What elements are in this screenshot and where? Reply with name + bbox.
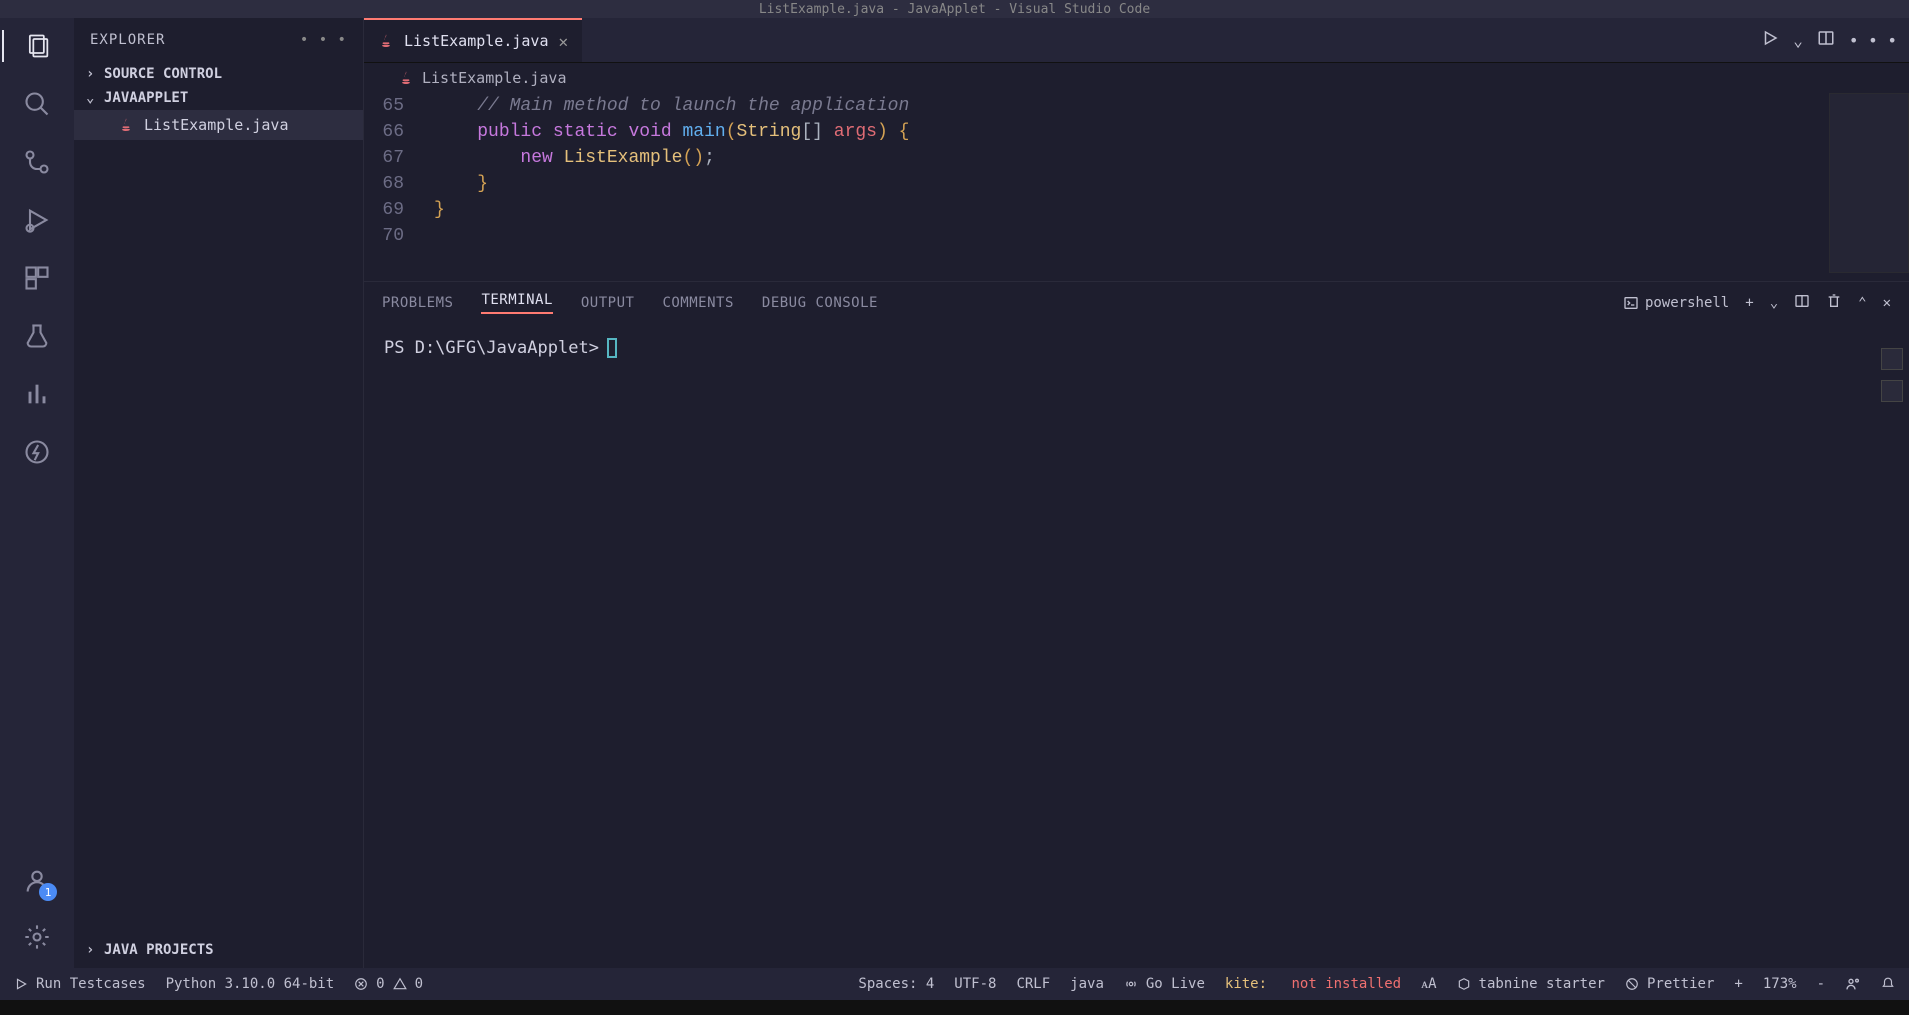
zoom-out[interactable]: - [1817, 976, 1825, 992]
eol-indicator[interactable]: CRLF [1016, 976, 1050, 992]
code-editor[interactable]: 65 66 67 68 69 70 // Main method to laun… [364, 93, 1909, 281]
terminal-cursor [607, 338, 617, 358]
search-icon[interactable] [21, 88, 53, 120]
side-icon[interactable] [1881, 348, 1903, 370]
terminal-dropdown-icon[interactable]: ⌄ [1770, 295, 1778, 311]
minimap[interactable] [1829, 93, 1909, 273]
problems-status[interactable]: 0 0 [354, 976, 423, 992]
titlebar: ListExample.java - JavaApplet - Visual S… [0, 0, 1909, 18]
close-panel-icon[interactable]: ✕ [1883, 295, 1891, 311]
accounts-icon[interactable]: 1 [21, 865, 53, 897]
java-projects-section[interactable]: › JAVA PROJECTS [74, 932, 363, 968]
workspace-section[interactable]: ⌄ JAVAAPPLET [74, 86, 363, 110]
extensions-icon[interactable] [21, 262, 53, 294]
java-file-icon [378, 33, 394, 49]
explorer-icon[interactable] [2, 30, 72, 62]
tab-comments[interactable]: COMMENTS [662, 295, 733, 311]
explorer-title: EXPLORER [90, 32, 165, 48]
tab[interactable]: ListExample.java ✕ [364, 18, 582, 62]
editor-area: ListExample.java ✕ ⌄ • • • ListExample.j… [364, 18, 1909, 968]
panel: PROBLEMS TERMINAL OUTPUT COMMENTS DEBUG … [364, 281, 1909, 968]
kite-status[interactable]: kite: not installed [1225, 976, 1401, 992]
sidebar: EXPLORER • • • › SOURCE CONTROL ⌄ JAVAAP… [74, 18, 364, 968]
thunder-icon[interactable] [21, 436, 53, 468]
run-icon[interactable] [1761, 29, 1779, 51]
breadcrumb-file: ListExample.java [422, 69, 567, 87]
line-gutter: 65 66 67 68 69 70 [364, 93, 434, 281]
spaces-indicator[interactable]: Spaces: 4 [858, 976, 934, 992]
side-icon[interactable] [1881, 380, 1903, 402]
python-interpreter[interactable]: Python 3.10.0 64-bit [166, 976, 335, 992]
section-label: JAVA PROJECTS [104, 942, 214, 958]
breadcrumb[interactable]: ListExample.java [364, 63, 1909, 93]
activity-bar: 1 [0, 18, 74, 968]
code-content: // Main method to launch the application… [434, 93, 909, 281]
tab-label: ListExample.java [404, 32, 549, 50]
java-file-icon [118, 117, 134, 133]
statusbar: Run Testcases Python 3.10.0 64-bit 0 0 S… [0, 968, 1909, 1000]
terminal-body[interactable]: PS D:\GFG\JavaApplet> [364, 324, 1909, 968]
window-title: ListExample.java - JavaApplet - Visual S… [759, 2, 1150, 17]
tab-debug[interactable]: DEBUG CONSOLE [762, 295, 878, 311]
terminal-type-icon[interactable]: powershell [1623, 295, 1729, 311]
chevron-right-icon: › [86, 66, 98, 82]
split-terminal-icon[interactable] [1794, 293, 1810, 313]
encoding-indicator[interactable]: UTF-8 [954, 976, 996, 992]
tab-problems[interactable]: PROBLEMS [382, 295, 453, 311]
source-control-section[interactable]: › SOURCE CONTROL [74, 62, 363, 86]
chevron-down-icon: ⌄ [86, 90, 98, 106]
trash-icon[interactable] [1826, 293, 1842, 313]
explorer-more-icon[interactable]: • • • [300, 32, 347, 48]
section-label: SOURCE CONTROL [104, 66, 222, 82]
new-terminal-icon[interactable]: + [1745, 295, 1753, 311]
close-icon[interactable]: ✕ [559, 32, 569, 51]
java-file-icon [398, 70, 414, 86]
language-mode[interactable]: java [1070, 976, 1104, 992]
zoom-in[interactable]: + [1734, 976, 1742, 992]
terminal-prompt: PS D:\GFG\JavaApplet> [384, 338, 599, 358]
golive-button[interactable]: Go Live [1124, 976, 1205, 992]
tab-output[interactable]: OUTPUT [581, 295, 635, 311]
source-control-icon[interactable] [21, 146, 53, 178]
liveshare-icon[interactable] [1845, 976, 1861, 992]
tabnine-status[interactable]: tabnine starter [1457, 976, 1605, 992]
panel-tabs: PROBLEMS TERMINAL OUTPUT COMMENTS DEBUG … [364, 282, 1909, 324]
notifications-icon[interactable] [1881, 977, 1895, 991]
run-testcases-button[interactable]: Run Testcases [14, 976, 146, 992]
run-debug-icon[interactable] [21, 204, 53, 236]
tab-terminal[interactable]: TERMINAL [481, 292, 552, 314]
accounts-badge: 1 [39, 883, 57, 901]
zoom-level[interactable]: 173% [1763, 976, 1797, 992]
more-icon[interactable]: • • • [1849, 31, 1897, 50]
file-item[interactable]: ListExample.java [74, 110, 363, 140]
maximize-panel-icon[interactable]: ⌃ [1858, 295, 1866, 311]
stats-icon[interactable] [21, 378, 53, 410]
tabs-bar: ListExample.java ✕ ⌄ • • • [364, 18, 1909, 63]
testing-icon[interactable] [21, 320, 53, 352]
run-dropdown-icon[interactable]: ⌄ [1793, 31, 1803, 50]
prettier-status[interactable]: Prettier [1625, 976, 1714, 992]
settings-icon[interactable] [21, 921, 53, 953]
file-name: ListExample.java [144, 116, 289, 134]
section-label: JAVAAPPLET [104, 90, 188, 106]
split-icon[interactable] [1817, 29, 1835, 51]
font-size-icon[interactable]: ᴀA [1421, 976, 1436, 993]
taskbar-stub [0, 1000, 1909, 1015]
chevron-right-icon: › [86, 942, 98, 958]
terminal-side-icons [1881, 348, 1909, 402]
